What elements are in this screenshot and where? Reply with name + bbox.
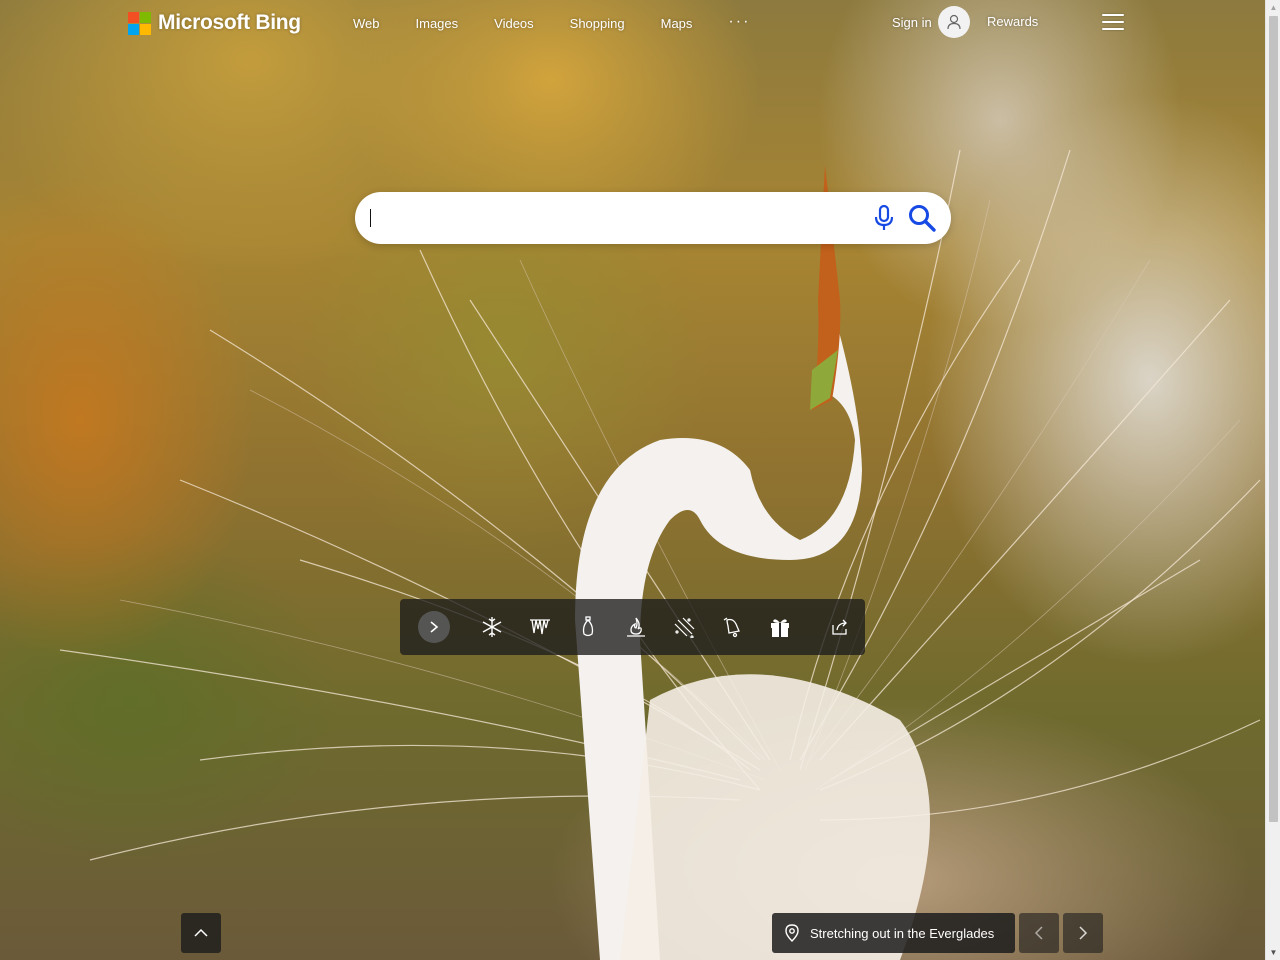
scroll-up-button[interactable] xyxy=(181,913,221,953)
microphone-icon[interactable] xyxy=(871,204,897,232)
share-icon[interactable] xyxy=(828,615,852,639)
chevron-left-icon xyxy=(1034,926,1043,940)
microsoft-logo-icon xyxy=(128,11,151,35)
chevron-up-icon xyxy=(194,928,208,937)
nav-web[interactable]: Web xyxy=(335,15,398,33)
gift-icon[interactable] xyxy=(768,615,792,639)
background-image xyxy=(0,0,1265,960)
ornament-icon[interactable] xyxy=(576,615,600,639)
nav-maps[interactable]: Maps xyxy=(643,15,711,33)
avatar xyxy=(937,6,970,38)
hamburger-menu-icon[interactable] xyxy=(1102,14,1124,30)
snowfall-icon[interactable] xyxy=(672,615,696,639)
bing-logo[interactable]: Microsoft Bing xyxy=(128,11,301,35)
image-caption[interactable]: Stretching out in the Everglades xyxy=(772,913,1015,953)
rewards-link[interactable]: Rewards xyxy=(987,14,1038,29)
nav-images[interactable]: Images xyxy=(398,15,477,33)
theme-toolbar xyxy=(400,599,865,655)
top-nav: Web Images Videos Shopping Maps ··· xyxy=(335,14,768,33)
egret-illustration xyxy=(59,149,1261,960)
text-caret xyxy=(370,209,371,227)
nav-shopping[interactable]: Shopping xyxy=(552,15,643,33)
chevron-right-icon xyxy=(430,621,439,633)
chevron-right-icon xyxy=(1079,926,1088,940)
search-icon[interactable] xyxy=(906,202,938,234)
campfire-icon[interactable] xyxy=(624,615,648,639)
previous-image-button[interactable] xyxy=(1019,913,1059,953)
scrollbar-thumb[interactable] xyxy=(1269,16,1278,822)
nav-more[interactable]: ··· xyxy=(710,14,768,33)
nav-videos[interactable]: Videos xyxy=(476,15,552,33)
page-scrollbar[interactable]: ▲ ▼ xyxy=(1265,0,1280,960)
search-input[interactable] xyxy=(371,204,851,232)
next-image-button[interactable] xyxy=(1063,913,1103,953)
bells-icon[interactable] xyxy=(720,615,744,639)
user-icon xyxy=(947,14,961,30)
brand-name: Microsoft Bing xyxy=(158,11,301,34)
expand-toolbar-button[interactable] xyxy=(418,611,450,643)
location-pin-icon xyxy=(785,924,799,942)
snowflake-icon[interactable] xyxy=(480,615,504,639)
scroll-arrow-up-icon[interactable]: ▲ xyxy=(1266,0,1280,15)
icicles-icon[interactable] xyxy=(528,615,552,639)
caption-text: Stretching out in the Everglades xyxy=(810,925,995,941)
sign-in-button[interactable]: Sign in xyxy=(892,6,970,38)
search-box xyxy=(355,192,951,244)
sign-in-label: Sign in xyxy=(892,14,932,30)
scroll-arrow-down-icon[interactable]: ▼ xyxy=(1266,945,1280,960)
